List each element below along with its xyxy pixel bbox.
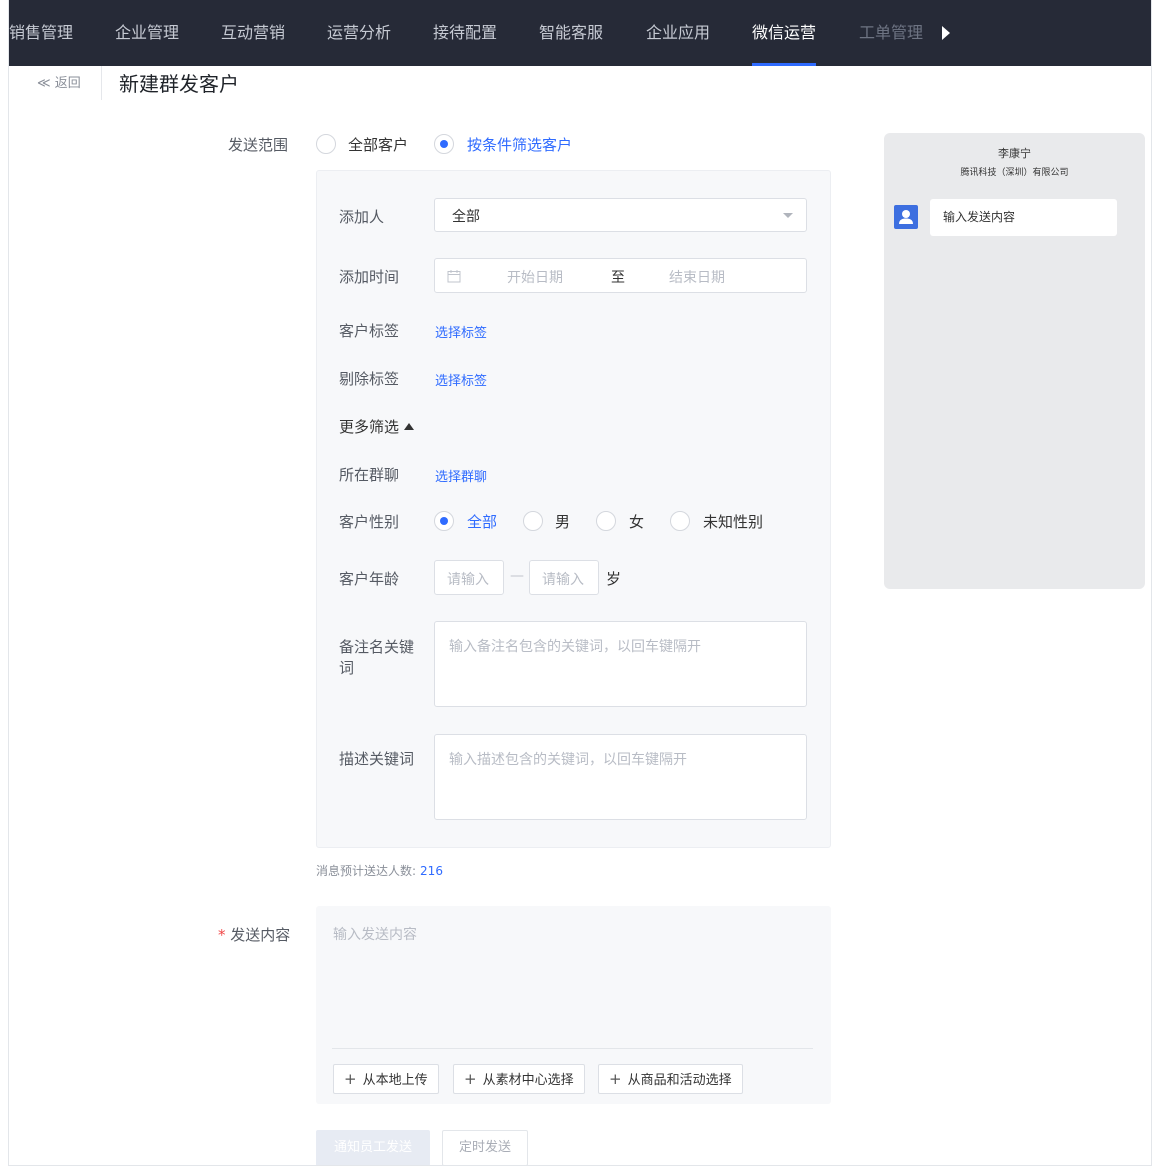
gender-female-radio[interactable]: [596, 511, 616, 531]
select-material-label: 从素材中心选择: [482, 1073, 574, 1088]
nav-scroll-right-icon[interactable]: [942, 26, 950, 40]
user-icon: [899, 210, 913, 224]
more-filters-label: 更多筛选: [339, 418, 400, 436]
nav-item-sales[interactable]: 销售管理: [9, 0, 73, 66]
select-product-button[interactable]: + 从商品和活动选择: [598, 1064, 743, 1094]
content-divider: [332, 1048, 813, 1049]
adder-select-value: 全部: [452, 209, 480, 225]
scope-all-radio[interactable]: [316, 134, 336, 154]
remark-keyword-label: 备注名关键 词: [339, 636, 414, 678]
select-product-label: 从商品和活动选择: [627, 1073, 732, 1088]
gender-unknown-radio[interactable]: [670, 511, 690, 531]
age-min-input[interactable]: 请输入: [434, 560, 504, 595]
app-frame: 销售管理 企业管理 互动营销 运营分析 接待配置 智能客服 企业应用 微信运营 …: [8, 0, 1152, 1166]
content-label: * 发送内容: [218, 924, 290, 945]
date-range-picker[interactable]: 开始日期 至 结束日期: [434, 258, 807, 293]
select-group-link[interactable]: 选择群聊: [435, 466, 487, 485]
scope-filter-label[interactable]: 按条件筛选客户: [467, 134, 572, 155]
chevron-down-icon: [783, 213, 793, 218]
remark-keyword-label-line2: 词: [339, 659, 355, 677]
header-divider: [101, 66, 102, 100]
scope-filter-radio[interactable]: [434, 134, 454, 154]
scope-all-label[interactable]: 全部客户: [348, 134, 408, 155]
gender-male-radio[interactable]: [523, 511, 543, 531]
preview-sender-name: 李康宁: [998, 147, 1031, 160]
nav-item-wechat-ops[interactable]: 微信运营: [752, 0, 817, 66]
schedule-send-button[interactable]: 定时发送: [442, 1130, 528, 1165]
gender-female-label[interactable]: 女: [629, 511, 644, 532]
gender-male-label[interactable]: 男: [555, 511, 570, 532]
gender-label: 客户性别: [339, 513, 400, 531]
plus-icon: +: [344, 1070, 357, 1088]
desc-keyword-textarea[interactable]: 输入描述包含的关键词，以回车键隔开: [434, 734, 807, 820]
content-label-text: 发送内容: [230, 926, 291, 944]
more-filters-toggle[interactable]: 更多筛选: [339, 416, 415, 437]
start-date-input[interactable]: 开始日期: [507, 267, 563, 287]
age-range-dash: —: [510, 568, 524, 584]
adder-select[interactable]: 全部: [434, 198, 807, 232]
gender-unknown-label[interactable]: 未知性别: [703, 511, 763, 532]
upload-local-label: 从本地上传: [362, 1073, 428, 1088]
desc-keyword-placeholder: 输入描述包含的关键词，以回车键隔开: [449, 752, 687, 768]
estimate-count: 216: [420, 864, 443, 878]
exclude-tag-label: 剔除标签: [339, 370, 400, 388]
nav-item-apps[interactable]: 企业应用: [646, 0, 710, 66]
select-tag-link[interactable]: 选择标签: [435, 322, 487, 341]
plus-icon: +: [464, 1070, 477, 1088]
back-link[interactable]: ≪ 返回: [37, 72, 81, 91]
scope-label: 发送范围: [228, 136, 289, 154]
nav-item-reception[interactable]: 接待配置: [433, 0, 497, 66]
top-nav: 销售管理 企业管理 互动营销 运营分析 接待配置 智能客服 企业应用 微信运营 …: [9, 0, 1151, 66]
gender-all-label[interactable]: 全部: [467, 511, 497, 532]
select-material-button[interactable]: + 从素材中心选择: [453, 1064, 585, 1094]
plus-icon: +: [609, 1070, 622, 1088]
upload-local-button[interactable]: + 从本地上传: [333, 1064, 439, 1094]
remark-keyword-label-line1: 备注名关键: [339, 638, 415, 656]
remark-keyword-placeholder: 输入备注名包含的关键词，以回车键隔开: [449, 639, 701, 655]
nav-item-analytics[interactable]: 运营分析: [327, 0, 391, 66]
gender-all-radio[interactable]: [434, 511, 454, 531]
preview-message-bubble: 输入发送内容: [930, 199, 1117, 236]
age-unit: 岁: [606, 570, 622, 588]
age-max-input[interactable]: 请输入: [529, 560, 599, 595]
estimate-label: 消息预计送达人数:: [316, 864, 417, 878]
avatar: [894, 205, 918, 229]
nav-item-tickets[interactable]: 工单管理: [859, 0, 923, 66]
page-title: 新建群发客户: [119, 72, 239, 96]
message-preview: 李康宁 腾讯科技（深圳）有限公司 输入发送内容: [884, 133, 1145, 589]
age-min-placeholder: 请输入: [447, 572, 489, 588]
tag-label: 客户标签: [339, 322, 400, 340]
nav-item-marketing[interactable]: 互动营销: [221, 0, 285, 66]
time-label: 添加时间: [339, 268, 400, 286]
notify-send-button[interactable]: 通知员工发送: [316, 1130, 430, 1165]
content-editor[interactable]: 输入发送内容 + 从本地上传 + 从素材中心选择 + 从商品和活动选择: [316, 906, 831, 1104]
calendar-icon: [447, 270, 461, 283]
age-max-placeholder: 请输入: [542, 572, 584, 588]
adder-label: 添加人: [339, 208, 385, 226]
nav-item-ai-service[interactable]: 智能客服: [539, 0, 603, 66]
date-range-separator: 至: [611, 270, 625, 286]
age-label: 客户年龄: [339, 570, 400, 588]
group-label: 所在群聊: [339, 466, 400, 484]
preview-company: 腾讯科技（深圳）有限公司: [960, 168, 1069, 178]
content-placeholder: 输入发送内容: [333, 927, 417, 943]
remark-keyword-textarea[interactable]: 输入备注名包含的关键词，以回车键隔开: [434, 621, 807, 707]
estimate-text: 消息预计送达人数: 216: [316, 862, 443, 879]
required-mark: *: [218, 926, 226, 944]
caret-up-icon: [404, 423, 415, 430]
nav-item-enterprise[interactable]: 企业管理: [115, 0, 179, 66]
select-exclude-tag-link[interactable]: 选择标签: [435, 370, 487, 389]
desc-keyword-label: 描述关键词: [339, 750, 415, 768]
end-date-input[interactable]: 结束日期: [669, 267, 725, 287]
